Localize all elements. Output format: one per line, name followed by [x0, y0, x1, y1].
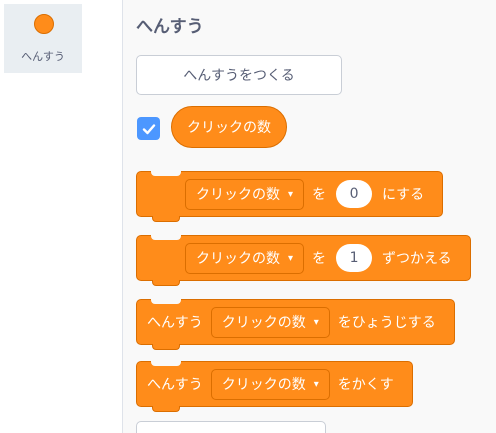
- show-variable-block[interactable]: へんすう クリックの数 ▾ をひょうじする: [136, 299, 455, 350]
- change-variable-block[interactable]: クリックの数 ▾ を 1 ずつかえる: [136, 235, 471, 286]
- dropdown-value: クリックの数: [196, 187, 280, 203]
- dropdown-value: クリックの数: [196, 251, 280, 267]
- block-palette: へんすう へんすうをつくる クリックの数 クリックの数 ▾ を 0 にする クリ…: [123, 0, 496, 433]
- block-bump: [152, 344, 180, 350]
- block-notch: [151, 299, 181, 304]
- partially-visible-button[interactable]: [136, 421, 326, 433]
- block-text: へんすう: [147, 377, 203, 393]
- block-notch: [151, 361, 181, 366]
- dropdown-value: クリックの数: [221, 315, 306, 331]
- make-variable-button[interactable]: へんすうをつくる: [136, 55, 342, 95]
- variable-checkbox[interactable]: [137, 117, 160, 140]
- variable-dropdown[interactable]: クリックの数 ▾: [210, 368, 330, 400]
- blocks-editor: へんすう へんすう へんすうをつくる クリックの数 クリックの数 ▾ を 0 に…: [0, 0, 496, 433]
- block-text: をひょうじする: [337, 315, 436, 331]
- variable-dropdown[interactable]: クリックの数 ▾: [185, 242, 305, 274]
- block-notch: [151, 235, 181, 240]
- value-input[interactable]: 1: [336, 244, 373, 272]
- block-text: にする: [382, 187, 425, 203]
- block-text: ずつかえる: [382, 251, 452, 267]
- variable-reporter-block[interactable]: クリックの数: [171, 106, 287, 148]
- palette-title: へんすう: [136, 17, 204, 37]
- value-input[interactable]: 0: [336, 180, 373, 208]
- block-text: を: [312, 187, 327, 203]
- variable-dropdown[interactable]: クリックの数 ▾: [185, 178, 305, 210]
- chevron-down-icon: ▾: [313, 316, 319, 328]
- block-bump: [152, 280, 180, 286]
- chevron-down-icon: ▾: [288, 252, 294, 264]
- block-text: を: [312, 251, 327, 267]
- block-notch: [151, 171, 181, 176]
- block-bump: [152, 216, 180, 222]
- chevron-down-icon: ▾: [288, 188, 294, 200]
- checkmark-icon: [142, 123, 155, 134]
- category-variables[interactable]: へんすう: [4, 4, 82, 73]
- block-bump: [152, 406, 180, 412]
- orange-circle-icon: [34, 14, 54, 34]
- category-sidebar: へんすう: [0, 0, 123, 433]
- variable-dropdown[interactable]: クリックの数 ▾: [210, 306, 330, 338]
- set-variable-block[interactable]: クリックの数 ▾ を 0 にする: [136, 171, 444, 222]
- block-text: へんすう: [147, 315, 203, 331]
- block-text: をかくす: [337, 377, 394, 393]
- hide-variable-block[interactable]: へんすう クリックの数 ▾ をかくす: [136, 361, 413, 412]
- dropdown-value: クリックの数: [221, 377, 306, 393]
- category-label: へんすう: [21, 50, 65, 63]
- chevron-down-icon: ▾: [313, 378, 319, 390]
